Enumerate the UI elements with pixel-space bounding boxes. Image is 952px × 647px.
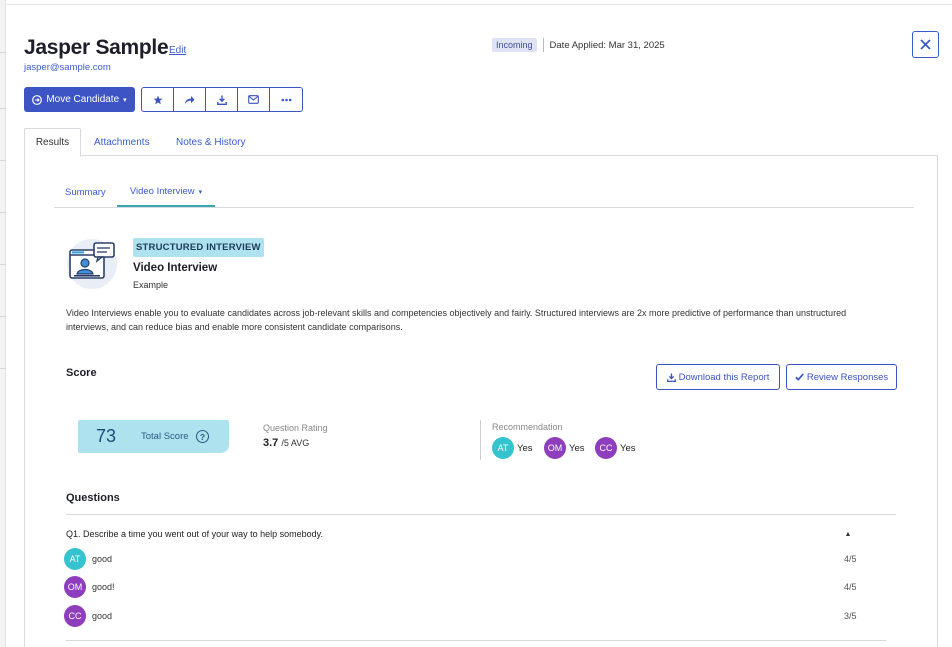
question-text: Q1. Describe a time you went out of your… [66,529,323,539]
download-button[interactable] [206,88,238,111]
date-applied: Date Applied: Mar 31, 2025 [549,39,665,51]
result-subtabs: Summary Video Interview ▾ [54,178,914,208]
question-rating-value: 3.7 /5 AVG [263,437,309,449]
star-icon [153,95,162,104]
download-icon [666,372,676,382]
assessment-description: Video Interviews enable you to evaluate … [66,308,847,332]
score-section-title: Score [66,367,97,379]
email-icon [248,95,259,104]
background-panel-edge [0,0,6,647]
total-score-card: 73 Total Score ? [78,420,229,453]
results-content [24,156,938,647]
recommendation-item: AT Yes [492,437,533,459]
avatar: AT [64,548,86,570]
recommendation-value: Yes [569,442,585,454]
answer-score: 4/5 [844,554,857,564]
status-divider [542,38,544,52]
close-icon [920,39,931,50]
candidate-email[interactable]: jasper@sample.com [24,62,111,73]
total-score-label: Total Score [141,431,189,442]
question-rating-number: 3.7 [263,437,279,449]
assessment-title: Video Interview [133,262,218,274]
subtab-video-interview-label: Video Interview [129,186,195,197]
email-button[interactable] [238,88,270,111]
answer-text: good [92,554,113,564]
recommendation-item: CC Yes [595,437,636,459]
question-rating-suffix: /5 AVG [281,438,310,448]
subtab-summary[interactable]: Summary [65,178,106,207]
avatar: AT [492,437,514,459]
answer-score: 3/5 [844,611,857,621]
more-icon [281,98,291,101]
status-bar: Incoming Date Applied: Mar 31, 2025 [492,38,665,52]
avatar: OM [544,437,566,459]
avatar: CC [595,437,617,459]
questions-section-title: Questions [66,492,120,504]
question-rating-label: Question Rating [263,423,328,433]
answer-row: OM good! 4/5 [64,576,864,598]
questions-divider [66,514,896,515]
total-score-value: 73 [96,426,117,446]
tab-notes-history[interactable]: Notes & History [176,128,245,156]
download-report-button[interactable]: Download this Report [656,364,780,390]
recommendation-label: Recommendation [492,422,563,432]
review-responses-label: Review Responses [806,371,889,383]
help-icon[interactable]: ? [196,430,209,443]
edit-link[interactable]: Edit [169,45,186,56]
recommendation-item: OM Yes [544,437,585,459]
star-button[interactable] [142,88,174,111]
move-candidate-button[interactable]: Move Candidate ▾ [24,87,135,112]
video-interview-icon [67,239,117,289]
more-button[interactable] [270,88,302,111]
answer-text: good! [92,582,115,592]
recommendation-value: Yes [620,442,636,454]
close-button[interactable] [912,31,939,58]
recommendation-value: Yes [517,442,533,454]
assessment-subtitle: Example [133,280,169,290]
avatar: OM [64,576,86,598]
questions-bottom-divider [66,640,886,641]
main-tabs: Results Attachments Notes & History [24,128,938,157]
tab-results[interactable]: Results [24,128,81,157]
subtab-video-interview[interactable]: Video Interview ▾ [117,178,215,207]
move-candidate-label: Move Candidate [46,94,120,105]
review-responses-button[interactable]: Review Responses [786,364,897,390]
download-report-label: Download this Report [678,371,770,383]
arrow-circle-icon [32,94,43,105]
collapse-caret-icon[interactable]: ▲ [843,529,853,539]
download-icon [216,95,227,105]
answer-row: AT good 4/5 [64,548,864,570]
checkmark-icon [795,373,804,381]
tab-attachments[interactable]: Attachments [94,128,150,156]
assessment-type-badge: STRUCTURED INTERVIEW [133,238,264,257]
avatar: CC [64,605,86,627]
share-icon [185,95,195,104]
answer-score: 4/5 [844,582,857,592]
answer-text: good [92,611,113,621]
share-button[interactable] [174,88,206,111]
action-button-group [141,87,303,112]
answer-row: CC good 3/5 [64,605,864,627]
status-badge: Incoming [492,38,537,52]
candidate-name: Jasper Sample [24,36,169,59]
caret-down-icon: ▾ [123,96,127,104]
caret-down-icon: ▾ [198,188,203,196]
recommendation-divider [480,420,481,460]
